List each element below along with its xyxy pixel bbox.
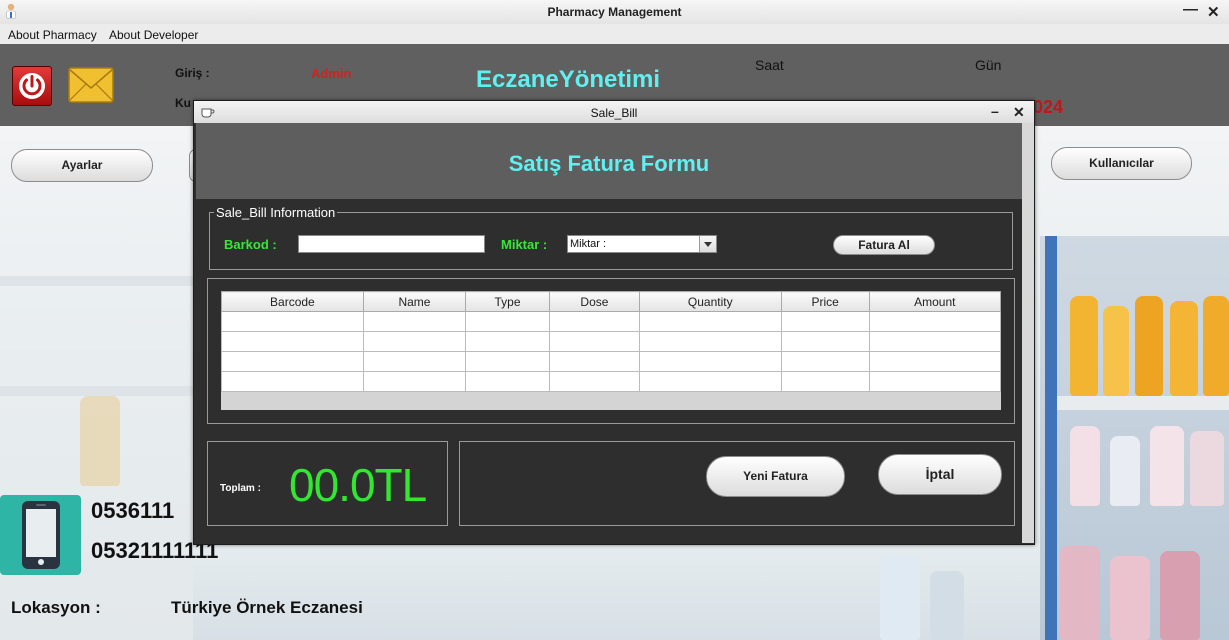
table-cell[interactable] [638, 371, 782, 392]
table-cell[interactable] [780, 311, 870, 332]
sale-bill-info-title: Sale_Bill Information [214, 205, 338, 220]
sale-bill-dialog: Sale_Bill – ✕ Satış Fatura Formu Sale_Bi… [193, 100, 1035, 545]
table-cell[interactable] [465, 331, 550, 352]
column-header-price[interactable]: Price [780, 291, 870, 312]
settings-button[interactable]: Ayarlar [11, 149, 153, 182]
dialog-title-bar: Sale_Bill – ✕ [194, 101, 1034, 123]
sale-bill-form-title: Satış Fatura Formu [508, 151, 710, 176]
table-cell[interactable] [638, 331, 782, 352]
table-cell[interactable] [548, 331, 640, 352]
table-cell[interactable] [868, 311, 1002, 332]
table-cell[interactable] [780, 351, 870, 372]
dialog-banner: Satış Fatura Formu [196, 123, 1022, 199]
table-row[interactable] [221, 331, 1002, 352]
quantity-select[interactable]: Miktar : [567, 235, 717, 253]
table-cell[interactable] [362, 371, 467, 392]
table-cell[interactable] [221, 331, 364, 352]
column-header-name[interactable]: Name [362, 291, 467, 312]
quantity-select-value: Miktar : [570, 238, 607, 250]
mail-button[interactable] [68, 66, 114, 104]
table-cell[interactable] [868, 371, 1002, 392]
table-cell[interactable] [362, 331, 467, 352]
main-minimize-button[interactable]: — [1183, 1, 1198, 18]
time-label: Saat [755, 57, 784, 73]
main-title-bar: Pharmacy Management — ✕ [0, 0, 1229, 25]
get-bill-button[interactable]: Fatura Al [833, 235, 935, 255]
dialog-title: Sale_Bill [590, 106, 638, 120]
menu-bar: About Pharmacy About Developer [0, 24, 1229, 44]
envelope-icon [68, 67, 114, 103]
dialog-close-button[interactable]: ✕ [1013, 104, 1025, 121]
table-cell[interactable] [221, 371, 364, 392]
column-header-amount[interactable]: Amount [868, 291, 1002, 312]
user-label: Ku [175, 96, 191, 110]
dialog-minimize-button[interactable]: – [991, 103, 999, 119]
cancel-button[interactable]: İptal [878, 454, 1002, 495]
power-icon [19, 73, 45, 99]
login-value: Admin [311, 66, 352, 81]
column-header-barcode[interactable]: Barcode [221, 291, 364, 312]
table-cell[interactable] [221, 351, 364, 372]
main-close-button[interactable]: ✕ [1207, 3, 1220, 21]
barcode-input[interactable] [298, 235, 485, 253]
table-cell[interactable] [868, 331, 1002, 352]
new-bill-button[interactable]: Yeni Fatura [706, 456, 845, 497]
location-value: Türkiye Örnek Eczanesi [171, 598, 363, 617]
app-name-title: EczaneYönetimi [476, 66, 661, 93]
table-cell[interactable] [638, 311, 782, 332]
products-table: Barcode Name Type Dose Quantity Price Am… [221, 291, 1002, 392]
table-cell[interactable] [548, 351, 640, 372]
total-value: 00.0TL [289, 459, 427, 511]
phone-tile [0, 495, 81, 575]
day-label: Gün [975, 57, 1002, 73]
table-cell[interactable] [548, 311, 640, 332]
location-label: Lokasyon : [11, 598, 101, 617]
table-cell[interactable] [868, 351, 1002, 372]
table-row[interactable] [221, 371, 1002, 392]
phone-number-1: 0536111 [91, 498, 175, 523]
table-cell[interactable] [465, 311, 550, 332]
table-cell[interactable] [780, 331, 870, 352]
column-header-type[interactable]: Type [465, 291, 550, 312]
table-cell[interactable] [548, 371, 640, 392]
products-table-viewport[interactable]: Barcode Name Type Dose Quantity Price Am… [221, 291, 1002, 410]
table-cell[interactable] [465, 351, 550, 372]
quantity-dropdown-arrow[interactable] [699, 236, 716, 252]
column-header-dose[interactable]: Dose [548, 291, 640, 312]
table-row[interactable] [221, 311, 1002, 332]
login-label: Giriş : [175, 66, 210, 80]
table-cell[interactable] [362, 351, 467, 372]
phone-icon [22, 501, 60, 569]
table-cell[interactable] [465, 371, 550, 392]
menu-about-pharmacy[interactable]: About Pharmacy [8, 28, 97, 42]
chevron-down-icon [704, 242, 712, 247]
total-label: Toplam : [220, 483, 261, 494]
table-cell[interactable] [221, 311, 364, 332]
table-header-row: Barcode Name Type Dose Quantity Price Am… [221, 291, 1002, 312]
barcode-label: Barkod : [224, 237, 277, 252]
table-cell[interactable] [638, 351, 782, 372]
users-button[interactable]: Kullanıcılar [1051, 147, 1192, 180]
date-value: 024 [1033, 97, 1064, 117]
power-button[interactable] [12, 66, 52, 106]
table-row[interactable] [221, 351, 1002, 372]
table-cell[interactable] [780, 371, 870, 392]
dialog-side-strip [1022, 123, 1034, 543]
menu-about-developer[interactable]: About Developer [109, 28, 198, 42]
column-header-quantity[interactable]: Quantity [638, 291, 782, 312]
quantity-label: Miktar : [501, 237, 548, 252]
main-window-title: Pharmacy Management [547, 5, 682, 19]
table-cell[interactable] [362, 311, 467, 332]
